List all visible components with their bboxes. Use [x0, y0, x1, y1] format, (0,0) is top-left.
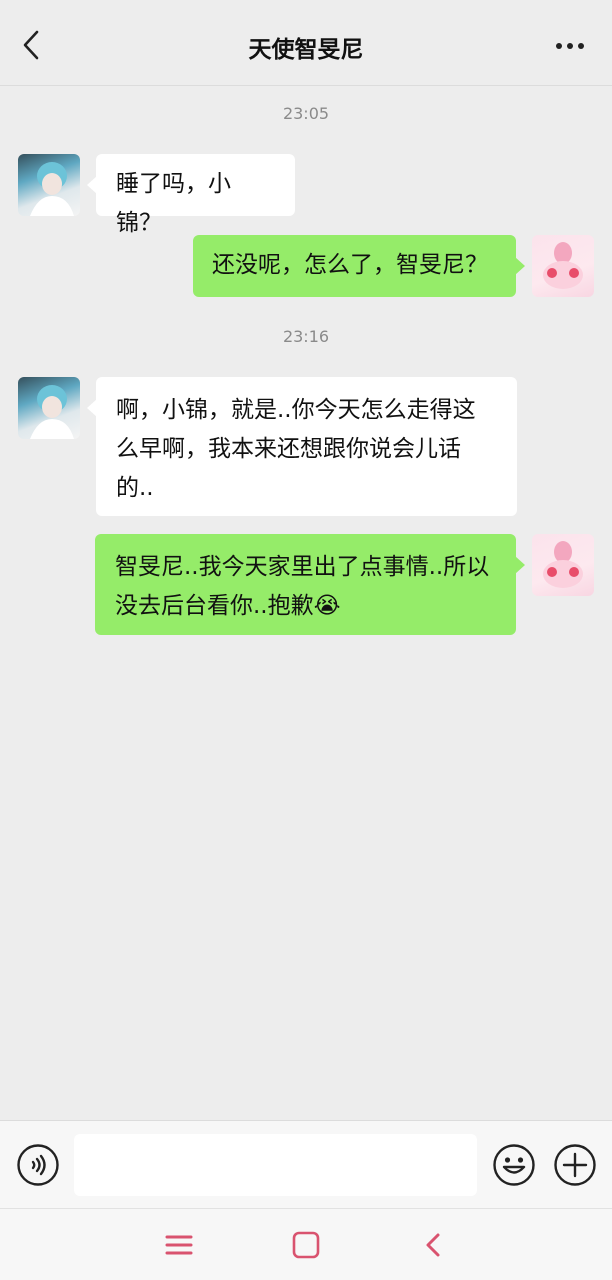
my-photo	[543, 541, 583, 588]
chat-title: 天使智旻尼	[248, 37, 364, 63]
system-nav-bar	[0, 1208, 612, 1280]
voice-button[interactable]	[16, 1143, 60, 1187]
plus-icon	[554, 1144, 596, 1186]
my-photo	[543, 242, 583, 289]
incoming-message[interactable]: 啊，小锦，就是..你今天怎么走得这么早啊，我本来还想跟你说会儿话的..	[87, 377, 517, 516]
menu-icon	[165, 1235, 193, 1255]
back-icon	[426, 1233, 440, 1257]
input-bar	[0, 1120, 612, 1208]
message-text: 睡了吗，小锦？	[116, 171, 231, 236]
outgoing-message[interactable]: 智旻尼..我今天家里出了点事情..所以没去后台看你..抱歉😭	[95, 534, 525, 635]
contact-photo	[30, 385, 74, 439]
message-text: 智旻尼..我今天家里出了点事情..所以没去后台看你..抱歉😭	[115, 554, 490, 619]
message-text: 还没呢，怎么了，智旻尼？	[212, 252, 488, 278]
my-avatar[interactable]	[532, 534, 594, 596]
back-nav-button[interactable]	[417, 1229, 449, 1261]
more-actions-button[interactable]	[553, 1143, 597, 1187]
message-input[interactable]	[74, 1134, 477, 1196]
outgoing-message[interactable]: 还没呢，怎么了，智旻尼？	[193, 235, 525, 297]
contact-photo	[30, 162, 74, 216]
timestamp: 23:16	[282, 327, 330, 346]
ellipsis-icon	[556, 43, 584, 49]
recent-apps-button[interactable]	[163, 1229, 195, 1261]
my-avatar[interactable]	[532, 235, 594, 297]
emoji-button[interactable]	[492, 1143, 536, 1187]
more-button[interactable]	[550, 34, 590, 58]
home-icon	[292, 1231, 320, 1259]
contact-avatar[interactable]	[18, 154, 80, 216]
chat-header: 天使智旻尼	[0, 0, 612, 86]
timestamp: 23:05	[282, 104, 330, 123]
contact-avatar[interactable]	[18, 377, 80, 439]
voice-icon	[17, 1144, 59, 1186]
message-text: 啊，小锦，就是..你今天怎么走得这么早啊，我本来还想跟你说会儿话的..	[116, 397, 476, 501]
home-button[interactable]	[290, 1229, 322, 1261]
incoming-message[interactable]: 睡了吗，小锦？	[87, 154, 295, 236]
message-list[interactable]: 23:05 睡了吗，小锦？ 还没呢，怎么了，智旻尼？ 23:16 啊，小锦，就是	[0, 86, 612, 1120]
emoji-icon	[493, 1144, 535, 1186]
